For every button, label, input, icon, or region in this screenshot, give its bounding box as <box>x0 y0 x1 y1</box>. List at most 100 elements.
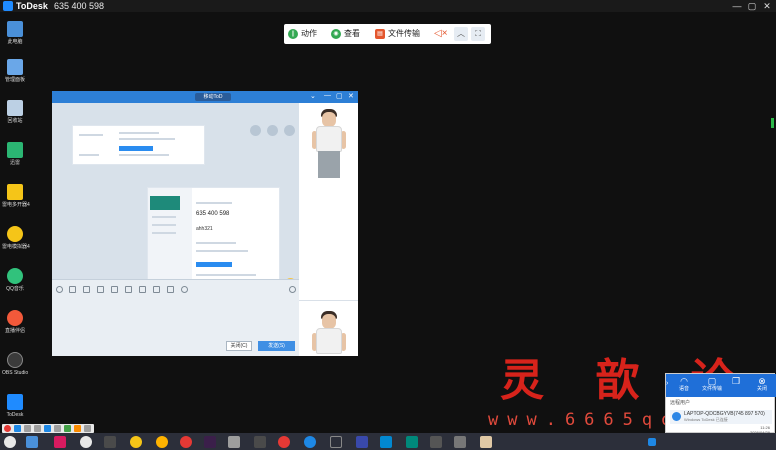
sogou-icon[interactable] <box>4 425 11 432</box>
taskbar-app-icon[interactable] <box>480 436 492 448</box>
popup-file-transfer-button[interactable]: ▢ 文件传输 <box>702 376 722 393</box>
video-icon[interactable] <box>267 125 278 136</box>
close-chat-button[interactable]: 关闭(C) <box>226 341 252 351</box>
panel-icon <box>7 59 23 75</box>
mini-line <box>119 132 159 134</box>
taskbar-app-icon[interactable] <box>254 436 266 448</box>
file-icon: ▢ <box>707 376 717 386</box>
more-icon[interactable] <box>284 125 295 136</box>
moon-icon[interactable] <box>24 425 31 432</box>
maximize-button[interactable]: ▢ <box>745 0 759 12</box>
ime-cn-icon[interactable] <box>14 425 21 432</box>
file-transfer-button[interactable]: ▤ 文件传输 <box>375 27 420 41</box>
chat-image-1[interactable] <box>72 125 205 165</box>
desktop-icon-ld-player[interactable]: 雷电模拟器4 <box>2 226 30 250</box>
taskbar-app-icon[interactable] <box>380 436 392 448</box>
toolbox-icon[interactable] <box>74 425 81 432</box>
divider <box>299 300 358 301</box>
more-icon[interactable] <box>181 286 188 293</box>
speaker-muted-icon[interactable]: ◁× <box>434 27 448 41</box>
screenshot-icon[interactable] <box>111 286 118 293</box>
close-button[interactable]: ✕ <box>760 0 774 12</box>
desktop-icon-xunlei[interactable]: 迅雷 <box>2 142 28 166</box>
skin-icon[interactable] <box>64 425 71 432</box>
phone-icon[interactable] <box>250 125 261 136</box>
desktop-icon-label: 直播伴侣 <box>4 328 25 334</box>
live-companion-icon <box>7 310 23 326</box>
taskbar-app-icon[interactable] <box>80 436 92 448</box>
mini-device-code: 635 400 598 <box>196 211 230 217</box>
edge-icon[interactable] <box>304 436 316 448</box>
tray-icon[interactable] <box>648 438 656 446</box>
device-code: 635 400 598 <box>54 1 105 11</box>
view-button[interactable]: ◉ 查看 <box>331 27 360 41</box>
message-input-area[interactable]: 关闭(C) 发送(S) <box>52 279 299 356</box>
desktop-icon-live-companion[interactable]: 直播伴侣 <box>2 310 28 334</box>
popup-close-button[interactable]: ⊗ 关闭 <box>752 376 772 393</box>
todesk-logo-icon <box>3 1 13 11</box>
folder-icon[interactable] <box>83 286 90 293</box>
desktop-icon-ld-multi[interactable]: 雷电多开器4 <box>2 184 30 208</box>
ld-player-icon <box>7 226 23 242</box>
taskbar-app-icon[interactable] <box>104 436 116 448</box>
maximize-icon[interactable]: ▢ <box>336 92 343 100</box>
start-icon[interactable] <box>4 436 16 448</box>
close-icon[interactable]: ✕ <box>348 92 354 100</box>
chat-image-2[interactable]: 635 400 598 ahh321 <box>147 187 280 286</box>
qq-music-icon <box>7 268 23 284</box>
keyboard-icon[interactable] <box>54 425 61 432</box>
taskbar-app-icon[interactable] <box>26 436 38 448</box>
file-icon: ▤ <box>375 29 385 39</box>
desktop-icon-label: 回收站 <box>7 118 23 124</box>
desktop-icon-todesk[interactable]: ToDesk <box>2 394 28 418</box>
minimize-button[interactable]: — <box>730 0 744 12</box>
mini-password: ahh321 <box>196 226 213 232</box>
scissors-icon[interactable] <box>69 286 76 293</box>
screen-share-icon[interactable] <box>139 286 146 293</box>
mini-profile <box>150 196 180 210</box>
taskbar-app-icon[interactable] <box>278 436 290 448</box>
menu-icon[interactable] <box>84 425 91 432</box>
document-icon[interactable] <box>153 286 160 293</box>
voice-button[interactable]: ◠ 语音 <box>674 376 694 393</box>
connected-device-row[interactable]: LAPTOP-QDCBGYVB(745 897 570) Windows ToD… <box>670 410 772 424</box>
taskbar-app-icon[interactable] <box>356 436 368 448</box>
desktop-icon-obs[interactable]: OBS Studio <box>2 352 28 376</box>
avatar-shirt <box>316 126 342 152</box>
emoji-icon[interactable] <box>56 286 63 293</box>
send-button[interactable]: 发送(S) <box>258 341 295 351</box>
chevron-right-icon[interactable]: › <box>666 380 668 387</box>
mic-icon[interactable] <box>44 425 51 432</box>
qq-icon[interactable] <box>130 436 142 448</box>
desktop-icon-qq-music[interactable]: QQ音乐 <box>2 268 28 292</box>
voice-icon[interactable] <box>167 286 174 293</box>
mini-line <box>196 274 256 276</box>
netease-music-icon[interactable] <box>180 436 192 448</box>
scroll-indicator[interactable] <box>771 118 774 128</box>
taskbar-app-icon[interactable] <box>156 436 168 448</box>
chevron-up-icon[interactable]: ︿ <box>454 27 468 41</box>
minimize-icon[interactable]: — <box>324 92 331 99</box>
chevron-down-icon[interactable]: ⌄ <box>310 92 316 100</box>
taskbar-app-icon[interactable] <box>430 436 442 448</box>
avatar-pants <box>318 151 340 178</box>
desktop-icon-label: 此电脑 <box>7 39 23 45</box>
file-icon[interactable] <box>125 286 132 293</box>
action-button[interactable]: || 动作 <box>288 27 317 41</box>
mini-line <box>152 216 176 218</box>
image-icon[interactable] <box>97 286 104 293</box>
taskbar-app-icon[interactable] <box>454 436 466 448</box>
taskbar-app-icon[interactable] <box>330 436 342 448</box>
desktop-icon-recycle-bin[interactable]: 回收站 <box>2 100 28 124</box>
desktop-icon-panel[interactable]: 管理面板 <box>2 59 28 83</box>
desktop-icon-this-pc[interactable]: 此电脑 <box>2 21 28 45</box>
taskbar-app-icon[interactable] <box>406 436 418 448</box>
taskbar-app-icon[interactable] <box>54 436 66 448</box>
history-clock-icon[interactable] <box>289 286 296 293</box>
premiere-icon[interactable] <box>204 436 216 448</box>
fullscreen-icon[interactable]: ⛶ <box>471 27 485 41</box>
user-avatar-icon <box>672 412 681 421</box>
punctuation-icon[interactable] <box>34 425 41 432</box>
popup-copy-button[interactable]: ❐ <box>726 376 746 386</box>
taskbar-app-icon[interactable] <box>228 436 240 448</box>
